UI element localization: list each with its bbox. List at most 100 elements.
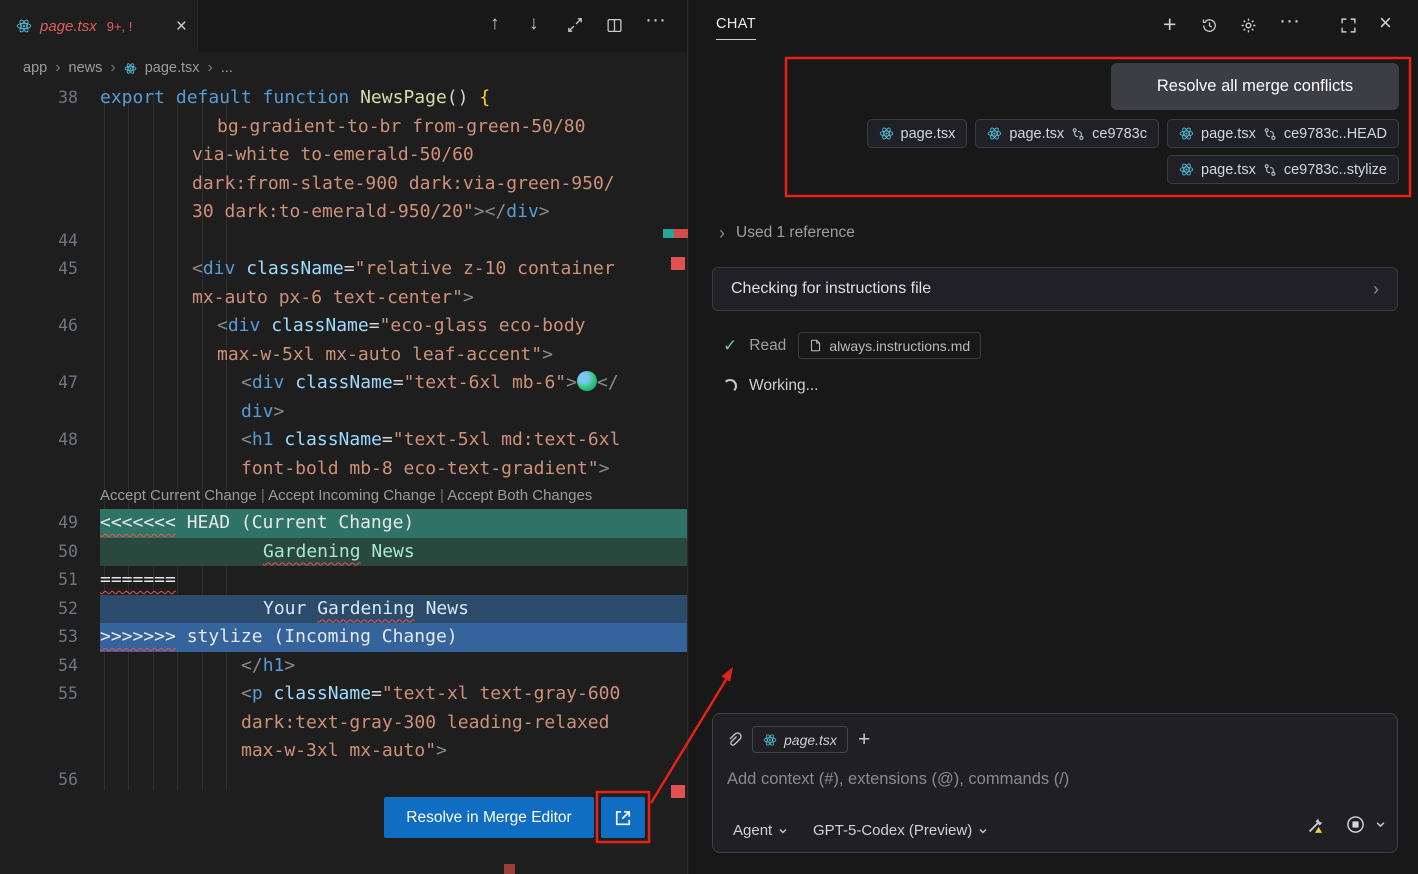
code-text: <div className="eco-glass eco-body — [100, 312, 687, 341]
open-merge-editor-icon — [613, 808, 633, 828]
configure-tools-icon[interactable] — [1306, 816, 1325, 840]
code-text: <<<<<<< HEAD (Current Change) — [100, 509, 687, 538]
code-line: dark:text-gray-300 leading-relaxed — [0, 709, 687, 738]
breadcrumb-app[interactable]: app — [23, 60, 47, 76]
breadcrumb-page-tsx[interactable]: page.tsx — [145, 60, 200, 76]
instructions-file-chip[interactable]: always.instructions.md — [798, 332, 981, 359]
line-number: 38 — [0, 84, 100, 113]
line-number: 45 — [0, 255, 100, 284]
line-number — [0, 455, 100, 484]
code-text: <p className="text-xl text-gray-600 — [100, 680, 687, 709]
settings-gear-icon[interactable] — [1240, 17, 1257, 39]
open-merge-editor-icon-button[interactable] — [601, 797, 645, 838]
attach-paperclip-icon[interactable] — [726, 732, 742, 748]
breadcrumb-more[interactable]: ... — [221, 60, 233, 76]
context-chip[interactable]: page.tsx — [867, 119, 968, 148]
code-text: <div className="text-6xl mb-6"></ — [100, 369, 687, 398]
react-icon — [1179, 162, 1194, 177]
context-chip[interactable]: page.tsxce9783c..HEAD — [1167, 119, 1399, 148]
line-number — [0, 341, 100, 370]
chevron-down-icon — [978, 826, 988, 836]
code-text: max-w-5xl mx-auto leaf-accent"> — [100, 341, 687, 370]
checking-instructions-panel[interactable]: Checking for instructions file › — [712, 267, 1398, 311]
react-file-icon — [16, 18, 32, 34]
git-compare-icon — [1071, 127, 1085, 141]
context-chip[interactable]: page.tsx ce9783c — [975, 119, 1159, 148]
chip-git-ref: ce9783c..stylize — [1284, 162, 1387, 178]
line-number: 46 — [0, 312, 100, 341]
close-tab-icon[interactable]: × — [176, 17, 187, 36]
arrow-up-icon[interactable]: ↑ — [490, 13, 500, 35]
attached-file-chip[interactable]: page.tsx — [752, 726, 848, 753]
chip-file-name: page.tsx — [1009, 126, 1064, 142]
chevron-right-icon: › — [719, 224, 725, 242]
code-editor: 38export default function NewsPage() {bg… — [0, 84, 687, 794]
line-number: 51 — [0, 566, 100, 595]
line-number — [0, 170, 100, 199]
agent-mode-dropdown[interactable]: Agent — [733, 822, 788, 839]
code-text: <h1 className="text-5xl md:text-6xl — [100, 426, 687, 455]
code-text: mx-auto px-6 text-center"> — [100, 284, 687, 313]
more-actions-icon[interactable]: ··· — [645, 8, 666, 32]
code-line: 47<div className="text-6xl mb-6"></ — [0, 369, 687, 398]
chat-input[interactable]: Add context (#), extensions (@), command… — [727, 770, 1370, 789]
git-compare-icon — [1263, 127, 1277, 141]
git-compare-icon — [1263, 163, 1277, 177]
code-text: <div className="relative z-10 container — [100, 255, 687, 284]
model-picker-dropdown[interactable]: GPT-5-Codex (Preview) — [813, 822, 988, 839]
code-text: </h1> — [100, 652, 687, 681]
accept-current-change-link[interactable]: Accept Current Change — [100, 487, 257, 504]
context-chips-row: page.tsxce9783c..stylize — [1167, 155, 1399, 184]
code-text — [100, 766, 687, 795]
tab-page-tsx[interactable]: page.tsx 9+, ! × — [0, 0, 198, 52]
add-context-icon[interactable]: + — [858, 729, 870, 750]
code-line: 54</h1> — [0, 652, 687, 681]
accept-incoming-change-link[interactable]: Accept Incoming Change — [268, 487, 436, 504]
context-chip[interactable]: page.tsxce9783c..stylize — [1167, 155, 1399, 184]
used-references-label: Used 1 reference — [736, 224, 855, 242]
chat-input-box: page.tsx + Add context (#), extensions (… — [712, 713, 1398, 853]
line-number: 54 — [0, 652, 100, 681]
read-file-row: ✓ Read always.instructions.md — [723, 332, 981, 359]
line-number: 47 — [0, 369, 100, 398]
vscode-window: page.tsx 9+, ! × ↑ ↓ ··· app › news › pa… — [0, 0, 1418, 874]
attachment-row: page.tsx + — [726, 726, 870, 753]
git-compare-icon — [1263, 127, 1277, 141]
read-action-label: Read — [749, 337, 786, 355]
resolve-in-merge-editor-button[interactable]: Resolve in Merge Editor — [384, 797, 594, 838]
used-references-toggle[interactable]: › Used 1 reference — [719, 224, 855, 242]
accept-both-changes-link[interactable]: Accept Both Changes — [447, 487, 592, 504]
breadcrumb-news[interactable]: news — [69, 60, 103, 76]
new-chat-icon[interactable]: + — [1163, 11, 1176, 38]
send-options-chevron-icon[interactable] — [1375, 817, 1386, 835]
chat-panel: CHAT + ··· × Resolve all merge conflicts… — [689, 0, 1418, 874]
code-line: 51======= — [0, 566, 687, 595]
react-icon — [1179, 126, 1194, 141]
codelens-separator: | — [436, 487, 447, 504]
close-panel-icon[interactable]: × — [1379, 10, 1392, 36]
tab-problems-badge: 9+, ! — [107, 19, 133, 34]
code-line: 38export default function NewsPage() { — [0, 84, 687, 113]
line-number: 50 — [0, 538, 100, 567]
context-chips-row: page.tsx page.tsx ce9783c page.tsxce9783c..… — [867, 119, 1399, 148]
instructions-panel-label: Checking for instructions file — [731, 280, 931, 298]
code-line: div> — [0, 398, 687, 427]
arrow-down-icon[interactable]: ↓ — [529, 13, 539, 35]
code-line: 50Gardening News — [0, 538, 687, 567]
stop-request-button[interactable] — [1346, 815, 1365, 839]
split-editor-icon[interactable] — [606, 17, 623, 40]
code-text: export default function NewsPage() { — [100, 84, 687, 113]
history-icon[interactable] — [1201, 17, 1218, 39]
chat-header: CHAT + ··· × — [689, 0, 1418, 52]
file-icon — [809, 339, 822, 352]
more-actions-icon[interactable]: ··· — [1279, 9, 1300, 33]
code-text: dark:text-gray-300 leading-relaxed — [100, 709, 687, 738]
expand-icon[interactable] — [1340, 17, 1357, 39]
compare-changes-icon[interactable] — [566, 16, 584, 40]
line-number — [0, 284, 100, 313]
breadcrumb: app › news › page.tsx › ... — [0, 52, 687, 84]
code-text: div> — [100, 398, 687, 427]
resolve-all-merge-conflicts-button[interactable]: Resolve all merge conflicts — [1111, 63, 1399, 110]
chip-git-ref: ce9783c — [1092, 126, 1147, 142]
working-status-row: Working... — [723, 377, 819, 395]
